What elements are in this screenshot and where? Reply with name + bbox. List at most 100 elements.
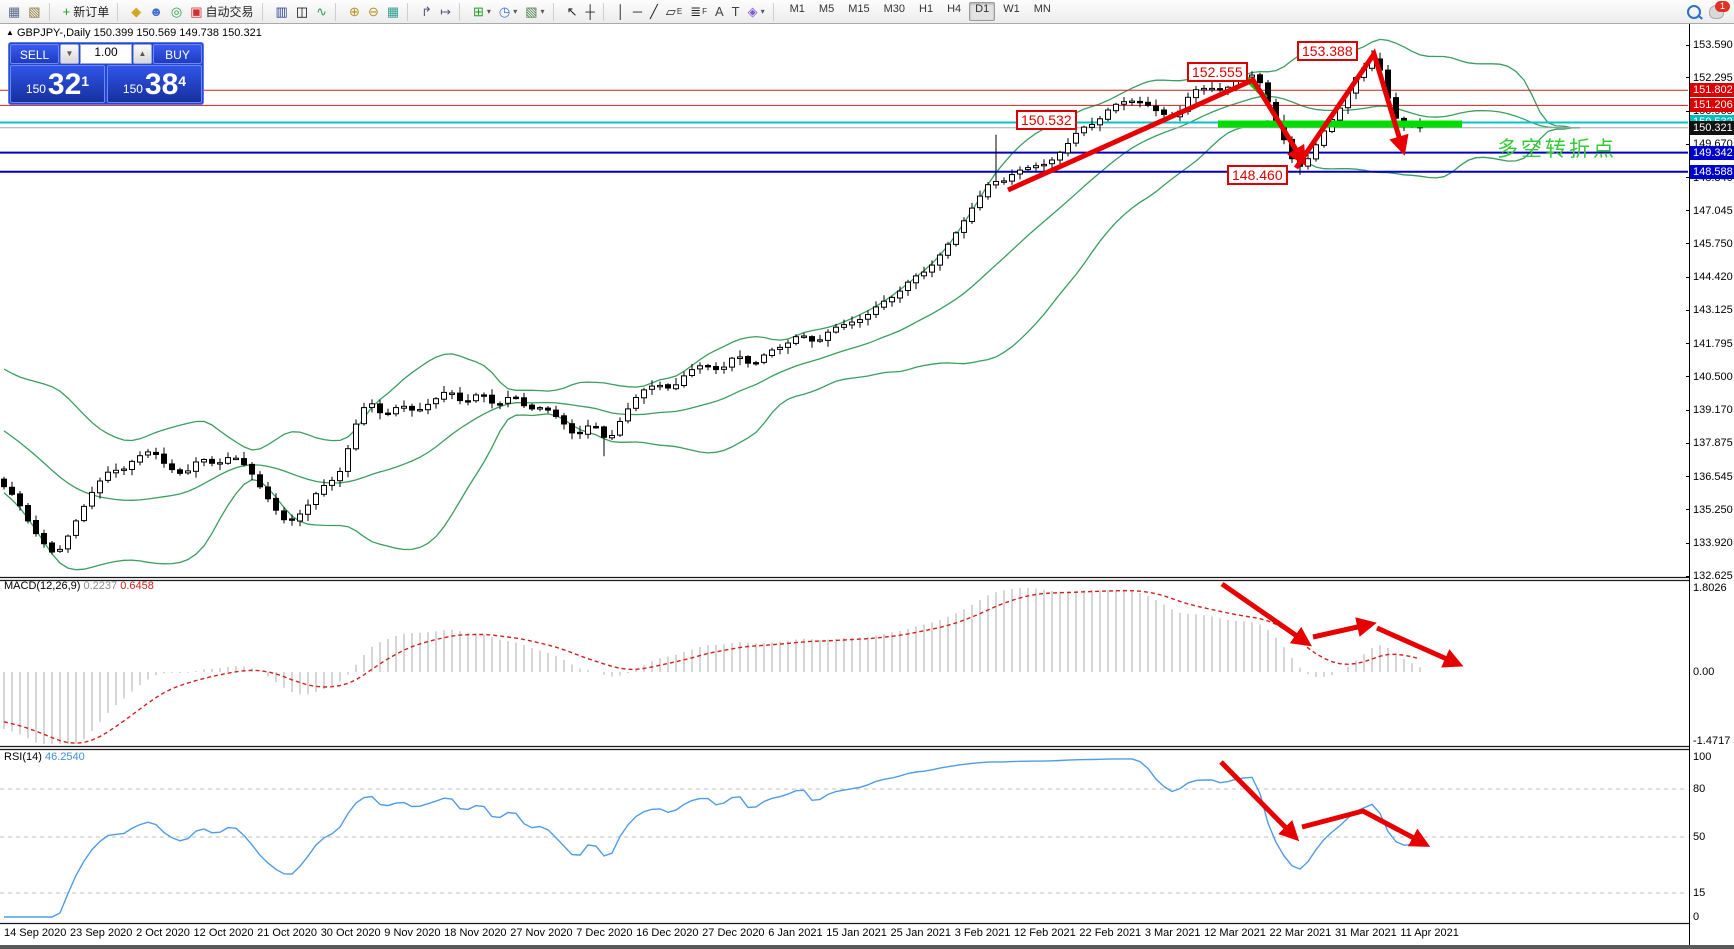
timeframe-w1[interactable]: W1 (997, 2, 1026, 21)
chart-window-button[interactable]: ▦ (4, 1, 24, 22)
line-chart-button[interactable]: ∿ (312, 1, 331, 22)
new-order-icon-label: 新订单 (73, 3, 109, 20)
channel-button[interactable]: ▱E (662, 1, 686, 22)
zoom-in-button[interactable]: ⊕ (345, 1, 364, 22)
new-order-button[interactable]: +新订单 (59, 1, 114, 22)
rsi-axis-tick: 0 (1693, 911, 1699, 923)
toolbar-separator (262, 3, 270, 21)
label-button[interactable]: T (728, 1, 744, 22)
macd-arrow-1[interactable] (1222, 584, 1307, 643)
line-chart-icon: ∿ (316, 5, 327, 18)
sell-button[interactable]: SELL (10, 44, 59, 64)
macd-axis-tick: -1.4717 (1693, 735, 1730, 747)
date-label: 12 Oct 2020 (194, 927, 254, 939)
bollinger-lower-band (4, 121, 1580, 570)
styler-bucket-icon: ◆ (131, 5, 141, 18)
timeframe-h1[interactable]: H1 (913, 2, 939, 21)
price-tick: 143.125 (1693, 304, 1733, 316)
price-annotation-150.532[interactable]: 150.532 (1016, 110, 1077, 130)
chinese-note[interactable]: 多空转折点 (1497, 133, 1617, 163)
mt4-window: ▦▧+新订单◆☻◎▣自动交易▥◫∿⊕⊖▦↱↦⊞▾◷▾▧▾↖┼│─╱▱E≣FAT◈… (0, 0, 1734, 949)
bar-chart-button[interactable]: ▥ (272, 1, 292, 22)
autotrading-icon: ▣ (190, 5, 202, 18)
price-annotation-153.388[interactable]: 153.388 (1297, 41, 1358, 61)
template-button[interactable]: ▧▾ (521, 1, 548, 22)
buy-price-button[interactable]: 150 38 4 (107, 65, 202, 103)
rsi-arrow-1[interactable] (1221, 762, 1295, 837)
data-window-icon: ▧ (28, 5, 40, 18)
price-badge-148.588: 148.588 (1690, 165, 1734, 179)
date-label: 16 Dec 2020 (636, 927, 698, 939)
rsi-arrow-2[interactable] (1302, 811, 1425, 844)
chart-forward-button[interactable]: ↱ (417, 1, 436, 22)
macd-arrow-2[interactable] (1313, 624, 1371, 637)
price-badge-151.802: 151.802 (1690, 83, 1734, 97)
timeframe-mn[interactable]: MN (1028, 2, 1057, 21)
price-tick: 152.295 (1693, 72, 1733, 84)
buy-button[interactable]: BUY (153, 44, 202, 64)
timeframe-m30[interactable]: M30 (878, 2, 911, 21)
period-clock-button[interactable]: ◷▾ (495, 1, 521, 22)
text-button[interactable]: A (711, 1, 728, 22)
sell-price-button[interactable]: 150 32 1 (10, 65, 105, 103)
notifications-icon[interactable]: 1 (1709, 5, 1724, 19)
chart-forward-icon: ↱ (421, 5, 432, 18)
vline-button[interactable]: │ (613, 1, 629, 22)
date-label: 14 Sep 2020 (4, 927, 66, 939)
chart-shift-button[interactable]: ↦ (436, 1, 455, 22)
timeframe-h4[interactable]: H4 (941, 2, 967, 21)
price-tick: 133.920 (1693, 537, 1733, 549)
buy-price-pips: 38 (145, 71, 178, 99)
main-toolbar: ▦▧+新订单◆☻◎▣自动交易▥◫∿⊕⊖▦↱↦⊞▾◷▾▧▾↖┼│─╱▱E≣FAT◈… (0, 0, 1734, 24)
price-badge-150.321: 150.321 (1690, 121, 1734, 135)
cursor-button[interactable]: ↖ (563, 1, 582, 22)
crosshair-button[interactable]: ┼ (581, 1, 598, 22)
chart-canvas[interactable] (0, 24, 1689, 945)
date-label: 22 Feb 2021 (1079, 927, 1141, 939)
date-label: 18 Nov 2020 (444, 927, 506, 939)
fibonacci-button[interactable]: ≣F (686, 1, 711, 22)
volume-increase-button[interactable]: ▲ (133, 44, 152, 64)
price-axis[interactable]: 153.590152.295150.965149.670148.340147.0… (1689, 24, 1734, 945)
price-annotation-152.555[interactable]: 152.555 (1187, 62, 1248, 82)
date-label: 30 Oct 2020 (321, 927, 381, 939)
date-label: 12 Mar 2021 (1204, 927, 1266, 939)
rsi-axis-tick: 50 (1693, 831, 1705, 843)
hline-button[interactable]: ─ (629, 1, 646, 22)
template-icon: ▧ (525, 5, 537, 18)
toolbar-separator (603, 3, 611, 21)
collapse-arrow-icon[interactable]: ▲ (6, 28, 14, 37)
timeframe-m1[interactable]: M1 (784, 2, 811, 21)
search-icon[interactable] (1687, 5, 1701, 19)
date-label: 12 Feb 2021 (1014, 927, 1076, 939)
zoom-in-icon: ⊕ (349, 5, 360, 18)
sell-price-int: 150 (26, 79, 46, 99)
price-tick: 153.590 (1693, 39, 1733, 51)
styler-bucket-button[interactable]: ◆ (127, 1, 145, 22)
chart-shift-icon: ↦ (440, 5, 451, 18)
volume-input[interactable]: 1.00 (80, 44, 132, 64)
zoom-out-button[interactable]: ⊖ (364, 1, 383, 22)
volume-decrease-button[interactable]: ▼ (60, 44, 79, 64)
one-click-trading-panel: SELL ▼ 1.00 ▲ BUY 150 32 1 150 38 4 (8, 42, 204, 105)
signals-button[interactable]: ◎ (167, 1, 186, 22)
candle-chart-button[interactable]: ◫ (292, 1, 312, 22)
add-indicator-button[interactable]: ⊞▾ (469, 1, 495, 22)
macd-arrow-3[interactable] (1377, 628, 1458, 664)
date-axis[interactable]: 14 Sep 202023 Sep 20202 Oct 202012 Oct 2… (0, 927, 1463, 939)
chevron-down-icon: ▾ (541, 7, 545, 16)
bar-chart-icon: ▥ (276, 5, 288, 18)
trendline-button[interactable]: ╱ (646, 1, 662, 22)
timeframe-m5[interactable]: M5 (813, 2, 840, 21)
shapes-button[interactable]: ◈▾ (744, 1, 769, 22)
period-clock-icon: ◷ (499, 5, 510, 18)
community-button[interactable]: ☻ (145, 1, 167, 22)
data-window-button[interactable]: ▧ (24, 1, 44, 22)
autotrading-button[interactable]: ▣自动交易 (186, 1, 257, 22)
tile-windows-button[interactable]: ▦ (383, 1, 403, 22)
date-label: 23 Sep 2020 (70, 927, 132, 939)
price-annotation-148.460[interactable]: 148.460 (1227, 165, 1288, 185)
timeframe-m15[interactable]: M15 (842, 2, 875, 21)
buy-price-int: 150 (123, 79, 143, 99)
timeframe-d1[interactable]: D1 (969, 2, 995, 21)
